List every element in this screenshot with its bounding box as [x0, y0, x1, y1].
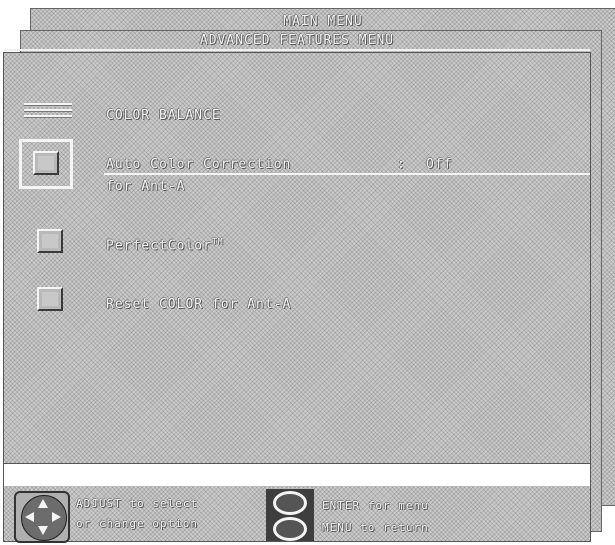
reset-color-label[interactable]: Reset COLOR for Ant-A — [106, 297, 291, 312]
adjust-hint-line1: ADJUST to select — [76, 497, 198, 510]
adjust-hint-line2: or change option — [76, 517, 198, 530]
auto-color-correction-button[interactable] — [33, 151, 59, 175]
perfectcolor-label[interactable]: PerfectColorTM — [106, 237, 224, 253]
main-menu-title: MAIN MENU — [283, 14, 363, 29]
trademark-superscript: TM — [211, 237, 224, 246]
enter-hint: ENTER for menu — [322, 499, 429, 512]
auto-color-correction-value[interactable]: Off — [426, 157, 452, 172]
menu-oval-icon[interactable] — [273, 517, 307, 541]
oval-buttons-group — [266, 489, 314, 541]
enter-oval-icon[interactable] — [273, 491, 307, 515]
dpad-icon — [14, 491, 70, 543]
menu-hint: MENU to return — [322, 521, 429, 534]
auto-color-correction-separator: : — [397, 157, 406, 172]
perfectcolor-text: PerfectColor — [106, 238, 212, 254]
reset-color-button[interactable] — [37, 287, 63, 311]
section-heading: COLOR BALANCE — [106, 108, 221, 123]
auto-color-correction-label[interactable]: Auto Color Correction — [106, 157, 291, 172]
submenu-title: ADVANCED FEATURES MENU — [4, 32, 590, 51]
color-balance-panel: ADVANCED FEATURES MENU COLOR BALANCE Aut… — [3, 33, 591, 543]
menu-footer-divider — [4, 463, 590, 486]
perfectcolor-button[interactable] — [37, 229, 63, 253]
help-bar: ADJUST to select or change option ENTER … — [4, 487, 590, 543]
dpad-arrows-icon — [25, 499, 61, 535]
auto-color-correction-label-line2: for Ant-A — [106, 179, 186, 194]
menu-bars-icon — [24, 103, 72, 125]
selection-underline — [104, 173, 590, 175]
